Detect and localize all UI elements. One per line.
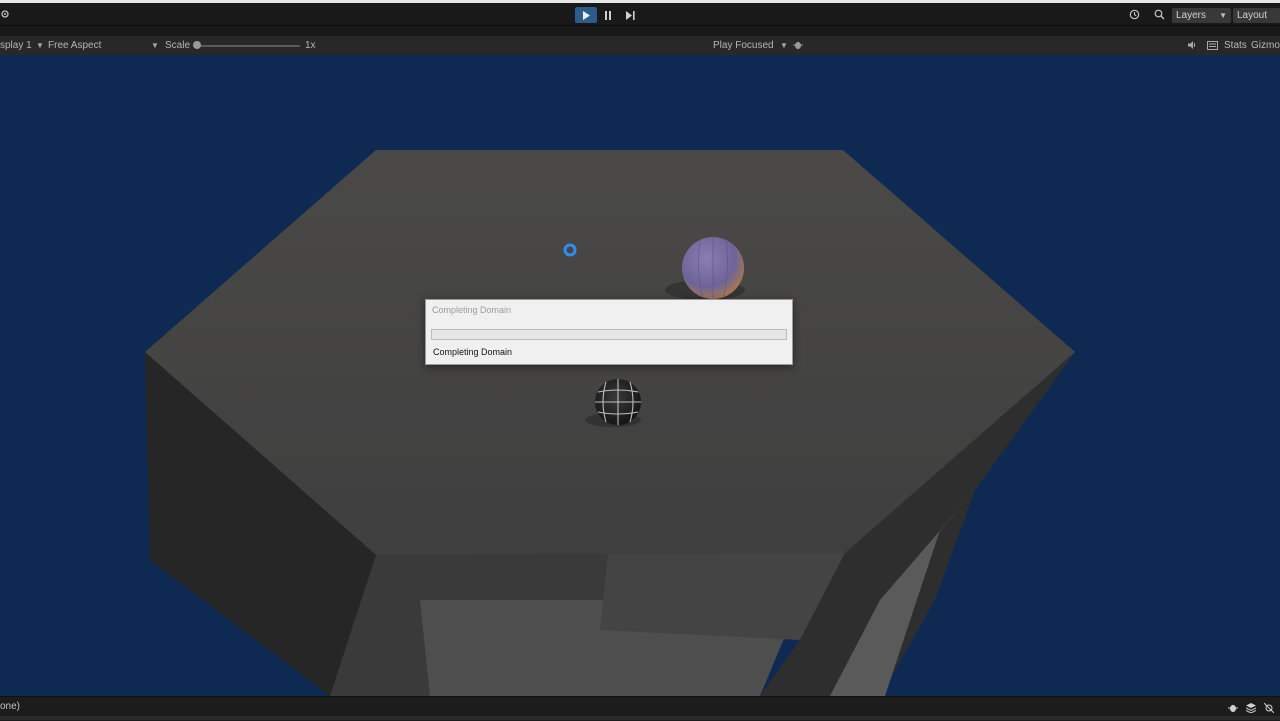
dialog-status-text: Completing Domain	[433, 347, 513, 357]
dialog-title: Completing Domain	[432, 305, 512, 315]
game-viewport[interactable]	[0, 55, 1280, 696]
stats-button[interactable]: Stats	[1224, 36, 1247, 55]
scale-label: Scale	[165, 40, 191, 51]
display-dropdown[interactable]: splay 1	[0, 36, 32, 55]
layers-dropdown[interactable]: Layers ▼	[1172, 8, 1231, 23]
step-button[interactable]	[619, 7, 641, 23]
mute-audio-icon[interactable]	[1187, 36, 1197, 55]
search-button[interactable]	[1149, 7, 1169, 22]
pause-icon	[605, 10, 611, 20]
window-bottom-edge	[0, 716, 1280, 720]
step-icon	[625, 10, 635, 20]
pause-button[interactable]	[597, 7, 619, 23]
chevron-down-icon: ▼	[151, 41, 159, 50]
progress-bar	[431, 329, 787, 340]
aspect-dropdown[interactable]: Free Aspect	[48, 36, 101, 55]
debug-bug-icon[interactable]	[1226, 701, 1240, 715]
scene-render	[145, 150, 1075, 696]
scale-slider-handle[interactable]	[193, 41, 201, 49]
network-off-icon[interactable]	[1262, 701, 1276, 715]
play-button[interactable]	[575, 7, 597, 23]
layout-dropdown[interactable]: Layout	[1233, 8, 1280, 23]
chevron-down-icon: ▼	[1219, 11, 1227, 20]
settings-icon[interactable]	[0, 7, 10, 21]
main-toolbar: Layers ▼ Layout	[0, 3, 1280, 26]
status-text[interactable]: one)	[0, 697, 20, 717]
chevron-down-icon: ▼	[780, 41, 788, 50]
chevron-down-icon: ▼	[36, 41, 44, 50]
layers-label: Layers	[1176, 10, 1207, 21]
bug-icon[interactable]	[793, 36, 803, 55]
keyboard-icon[interactable]	[1207, 36, 1218, 55]
play-icon	[583, 10, 590, 20]
play-mode-dropdown[interactable]: Play Focused	[713, 36, 774, 55]
gizmos-button[interactable]: Gizmos	[1251, 36, 1280, 55]
history-icon	[1129, 9, 1139, 20]
scale-value: 1x	[305, 40, 316, 51]
game-view-toolbar: splay 1 ▼ Free Aspect ▼ Scale 1x Play Fo…	[0, 36, 1280, 55]
scale-slider-track[interactable]	[196, 45, 300, 47]
search-icon	[1154, 9, 1164, 20]
playmode-controls	[575, 7, 641, 23]
layers-stack-icon[interactable]	[1244, 701, 1258, 715]
progress-dialog: Completing Domain Completing Domain	[425, 299, 793, 365]
layout-label: Layout	[1237, 10, 1268, 21]
history-button[interactable]	[1124, 7, 1144, 22]
